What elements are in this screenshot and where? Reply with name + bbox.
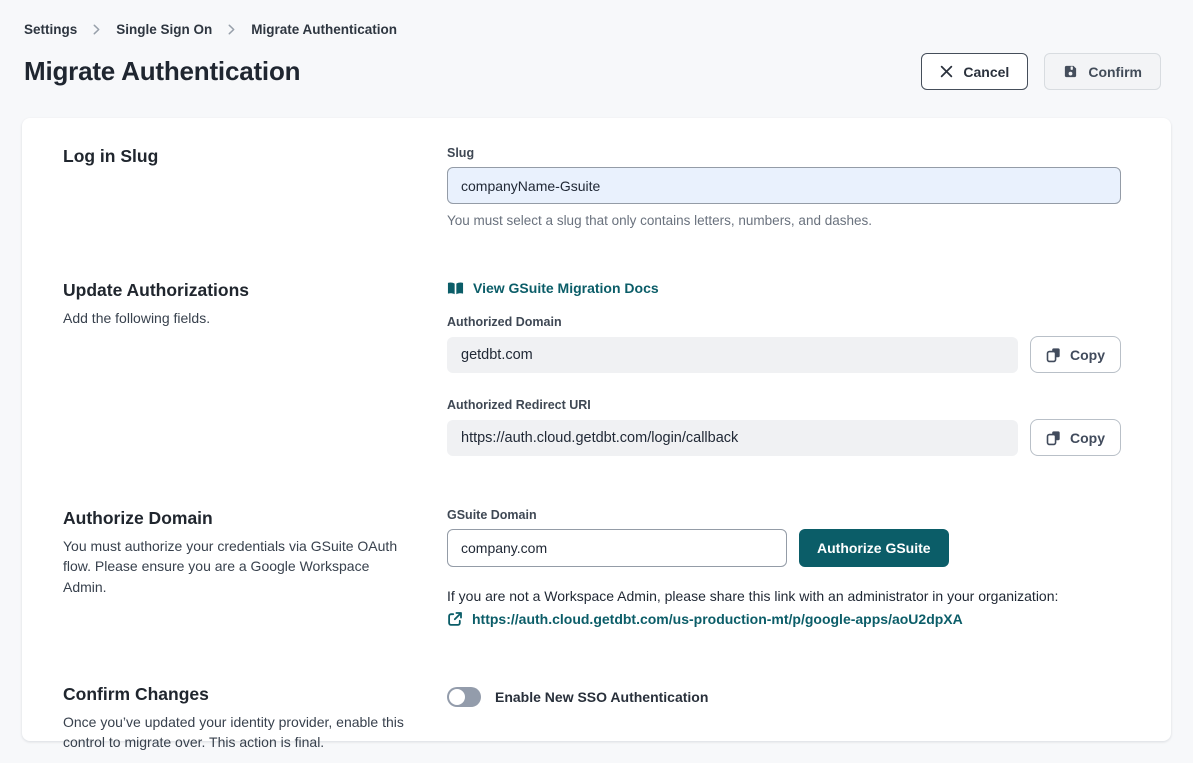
gsuite-domain-label: GSuite Domain [447,508,1121,522]
enable-sso-toggle-label: Enable New SSO Authentication [495,689,708,705]
section-confirm-changes: Confirm Changes Once you’ve updated your… [63,684,1121,753]
authorize-domain-row: Authorize GSuite [447,529,1121,567]
cancel-button-label: Cancel [963,64,1009,80]
settings-card: Log in Slug Slug You must select a slug … [22,118,1171,741]
copy-redirect-uri-button[interactable]: Copy [1030,419,1121,456]
header-actions: Cancel Confirm [921,53,1161,90]
authorized-domain-row: getdbt.com Copy [447,336,1121,373]
breadcrumb-settings[interactable]: Settings [24,22,77,37]
share-authorization-link[interactable]: https://auth.cloud.getdbt.com/us-product… [447,611,963,627]
authorized-redirect-uri-value: https://auth.cloud.getdbt.com/login/call… [447,420,1018,456]
confirm-button-label: Confirm [1088,64,1142,80]
breadcrumb: Settings Single Sign On Migrate Authenti… [24,22,1161,37]
slug-field-label: Slug [447,146,1121,160]
confirm-button[interactable]: Confirm [1044,53,1161,90]
save-icon [1063,64,1078,79]
enable-sso-toggle-row: Enable New SSO Authentication [447,684,1121,707]
chevron-right-icon [91,24,102,35]
breadcrumb-single-sign-on[interactable]: Single Sign On [116,22,212,37]
section-heading-login-slug: Log in Slug [63,146,447,167]
authorized-domain-label: Authorized Domain [447,315,1121,329]
gsuite-migration-docs-link-label: View GSuite Migration Docs [473,280,659,296]
cancel-button[interactable]: Cancel [921,53,1028,90]
external-link-icon [447,611,463,627]
breadcrumb-current: Migrate Authentication [251,22,397,37]
book-icon [447,281,464,296]
section-authorize-domain: Authorize Domain You must authorize your… [63,508,1121,632]
page-header: Settings Single Sign On Migrate Authenti… [0,0,1193,90]
section-login-slug: Log in Slug Slug You must select a slug … [63,146,1121,228]
authorize-gsuite-button[interactable]: Authorize GSuite [799,529,949,567]
gsuite-domain-input[interactable] [447,529,787,567]
enable-sso-toggle[interactable] [447,687,481,707]
share-authorization-link-label: https://auth.cloud.getdbt.com/us-product… [472,611,963,627]
gsuite-migration-docs-link[interactable]: View GSuite Migration Docs [447,280,659,296]
confirm-changes-description: Once you’ve updated your identity provid… [63,712,408,753]
authorize-domain-description: You must authorize your credentials via … [63,536,408,597]
close-icon [940,65,953,78]
section-update-authorizations: Update Authorizations Add the following … [63,280,1121,456]
copy-icon [1046,347,1061,363]
section-heading-confirm-changes: Confirm Changes [63,684,447,705]
copy-authorized-domain-button[interactable]: Copy [1030,336,1121,373]
section-heading-authorize-domain: Authorize Domain [63,508,447,529]
chevron-right-icon [226,24,237,35]
copy-icon [1046,430,1061,446]
authorized-redirect-uri-row: https://auth.cloud.getdbt.com/login/call… [447,419,1121,456]
update-authorizations-description: Add the following fields. [63,308,408,328]
section-heading-update-authorizations: Update Authorizations [63,280,447,301]
slug-helper-text: You must select a slug that only contain… [447,213,1121,228]
copy-button-label: Copy [1070,347,1105,363]
authorized-redirect-uri-label: Authorized Redirect URI [447,398,1121,412]
workspace-admin-note: If you are not a Workspace Admin, please… [447,588,1121,604]
page-title: Migrate Authentication [24,56,300,87]
authorized-domain-value: getdbt.com [447,337,1018,373]
toggle-knob [449,689,465,705]
slug-input[interactable] [447,167,1121,204]
copy-button-label: Copy [1070,430,1105,446]
